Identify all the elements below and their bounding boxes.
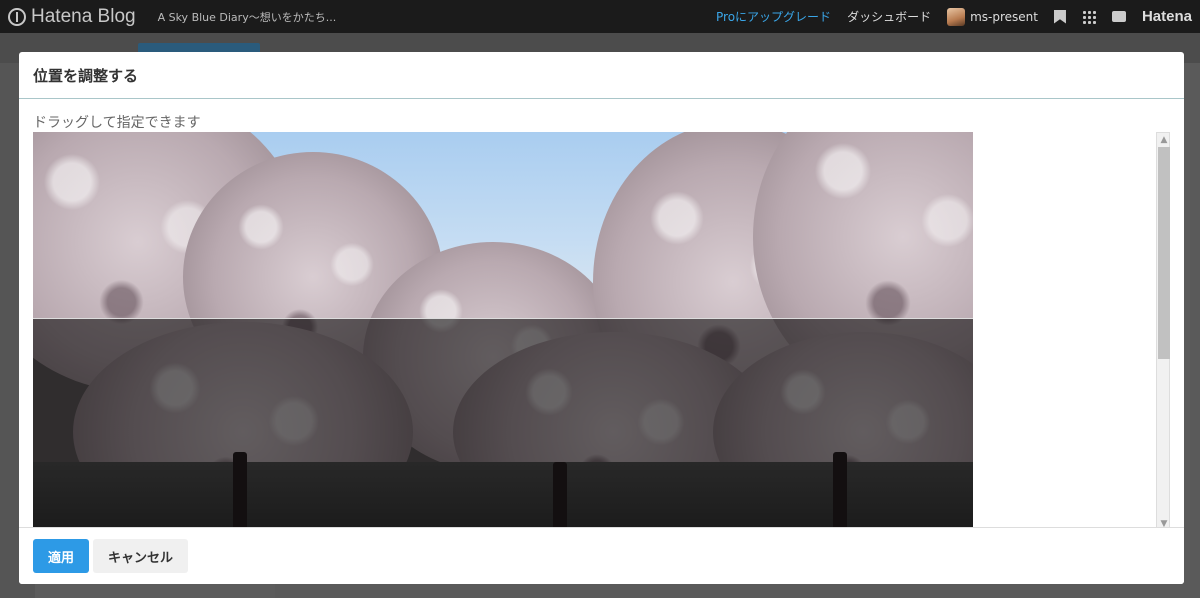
crop-image-area[interactable] xyxy=(33,132,973,532)
user-menu[interactable]: ms-present xyxy=(947,7,1038,26)
dialog-title: 位置を調整する xyxy=(33,66,139,85)
hatena-blog-logo[interactable]: Hatena Blog xyxy=(8,6,136,28)
logo-text: Hatena Blog xyxy=(31,5,136,27)
drag-hint: ドラッグして指定できます xyxy=(33,115,201,131)
scroll-up-icon[interactable]: ▲ xyxy=(1157,133,1171,147)
apply-button[interactable]: 適用 xyxy=(33,539,89,573)
chat-icon[interactable] xyxy=(1111,11,1126,22)
hatena-logo-icon xyxy=(8,7,26,26)
cancel-button[interactable]: キャンセル xyxy=(93,539,188,573)
dashboard-link[interactable]: ダッシュボード xyxy=(847,8,931,25)
adjust-position-dialog: 位置を調整する ドラッグして指定できます ▲ ▼ 適用 キャンセル xyxy=(19,52,1184,584)
dialog-body: ドラッグして指定できます ▲ ▼ xyxy=(19,100,1184,532)
scroll-thumb[interactable] xyxy=(1158,147,1170,359)
bookmark-icon[interactable] xyxy=(1053,9,1066,24)
pro-upgrade-link[interactable]: Proにアップグレード xyxy=(716,8,831,25)
vertical-scrollbar[interactable]: ▲ ▼ xyxy=(1156,132,1170,532)
avatar xyxy=(947,7,966,26)
dialog-header: 位置を調整する xyxy=(19,52,1184,99)
hatena-link[interactable]: Hatena xyxy=(1142,8,1192,25)
global-header: Hatena Blog A Sky Blue Diary～想いをかたち... P… xyxy=(0,0,1200,33)
blog-name-menu[interactable]: A Sky Blue Diary～想いをかたち... xyxy=(158,9,337,25)
header-right: Proにアップグレード ダッシュボード ms-present Hatena xyxy=(716,7,1192,26)
dialog-footer: 適用 キャンセル xyxy=(19,527,1184,584)
username: ms-present xyxy=(970,9,1038,24)
crop-mask xyxy=(33,319,973,532)
grid-icon[interactable] xyxy=(1081,9,1096,24)
